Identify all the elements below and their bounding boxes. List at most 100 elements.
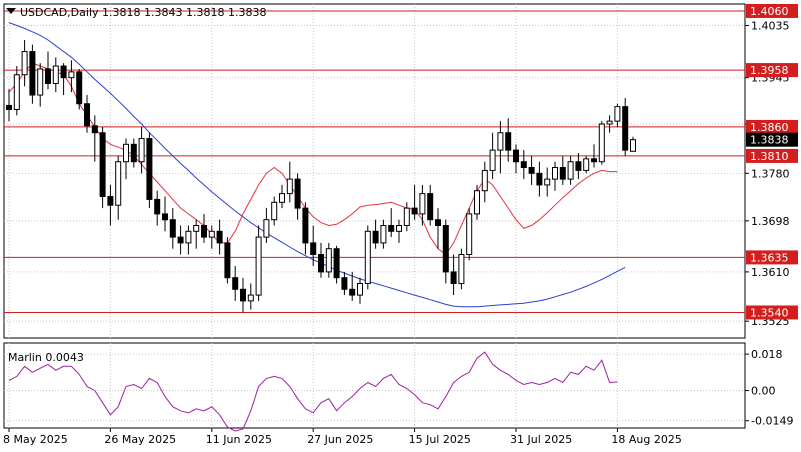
candle-body (567, 161, 574, 180)
time-tick-label: 27 Jun 2025 (307, 433, 373, 446)
candle (76, 68, 83, 110)
candle-body (591, 158, 597, 163)
price-axis: 1.40351.39451.38651.37801.36981.36101.35… (745, 3, 798, 328)
candle-body (21, 51, 28, 76)
candle-body (263, 219, 270, 238)
time-tick-label: 11 Jun 2025 (206, 433, 272, 446)
candle-body (208, 230, 215, 238)
candle-body (302, 207, 309, 244)
candle (583, 155, 590, 174)
candle-body (310, 242, 317, 255)
indicator-header: Marlin 0.0043 (8, 351, 84, 364)
candle-body (622, 106, 629, 151)
candle-body (349, 288, 356, 296)
candle-body (294, 178, 301, 209)
candle-body (559, 167, 566, 180)
candle-body (357, 282, 363, 296)
candle-body (201, 225, 207, 238)
time-tick-label: 26 May 2025 (104, 433, 176, 446)
candle-body (76, 71, 83, 105)
time-tick-label: 8 May 2025 (3, 433, 68, 446)
candle (364, 225, 371, 290)
candle-body (91, 125, 98, 134)
candle (466, 208, 473, 261)
candle-body (583, 158, 590, 171)
price-tick-label: 1.3780 (751, 167, 790, 180)
candle-body (513, 149, 519, 163)
candle-body (240, 288, 246, 302)
candle-body (466, 213, 473, 256)
candle-body (68, 71, 75, 79)
candle-body (255, 236, 262, 296)
candle-body (333, 248, 340, 279)
candle-body (614, 106, 621, 122)
candle-body (536, 172, 543, 186)
candle-body (52, 65, 59, 84)
candle-body (474, 190, 480, 215)
candle-body (388, 225, 395, 232)
candle (99, 126, 106, 209)
indicator-axis: 0.018 0.00 -0.0149 (745, 348, 793, 428)
candle-body (146, 138, 153, 200)
candle-body (442, 225, 449, 273)
candle-body (29, 51, 36, 96)
candle-body (13, 74, 20, 111)
candle-body (528, 167, 535, 174)
candle-body (60, 65, 67, 79)
indicator-tick-label: -0.0149 (751, 415, 793, 428)
price-tick-label: 1.4035 (751, 19, 790, 32)
chart-header: USDCAD,Daily 1.3818 1.3843 1.3818 1.3838 (20, 6, 266, 19)
candle-body (489, 149, 496, 171)
price-panel-frame (3, 3, 746, 339)
candle-body (396, 225, 402, 232)
candle-body (575, 161, 582, 171)
candle-body (505, 132, 512, 151)
candle-body (224, 242, 231, 279)
indicator-tick-label: 0.018 (751, 348, 783, 361)
level-tag-label: 1.3810 (750, 150, 789, 163)
candle (29, 44, 36, 104)
candle-body (606, 120, 613, 125)
candle-body (435, 219, 441, 227)
candle-body (481, 169, 488, 192)
candle-body (37, 68, 44, 96)
candle-body (107, 196, 114, 206)
candle-body (318, 254, 324, 273)
time-axis: 8 May 2025 26 May 2025 11 Jun 2025 27 Jun 2… (3, 428, 682, 446)
candle-body (544, 178, 551, 186)
candle-body (341, 277, 348, 290)
level-tag-label: 1.3635 (750, 251, 789, 264)
candle-body (450, 271, 457, 284)
candle-body (216, 230, 223, 244)
candle-body (247, 294, 254, 302)
candle (598, 121, 605, 165)
candle-body (497, 132, 504, 151)
candle-body (419, 193, 426, 215)
candle-body (279, 193, 285, 203)
candle-body (458, 254, 465, 284)
current-price-label: 1.3838 (750, 134, 789, 147)
candle-body (185, 230, 192, 244)
candle-body (138, 138, 145, 163)
candle-body (380, 225, 387, 244)
candle (458, 248, 465, 290)
candle-body (403, 207, 410, 227)
candle-body (630, 139, 636, 152)
level-tag-label: 1.3958 (750, 64, 789, 77)
candle-body (552, 167, 558, 180)
candle-body (45, 68, 51, 84)
forex-chart: 1.40351.39451.38651.37801.36981.36101.35… (3, 3, 798, 446)
level-tag-label: 1.3860 (750, 121, 789, 134)
level-tag-label: 1.3540 (750, 306, 789, 319)
candle-body (162, 213, 168, 221)
candle-body (271, 201, 278, 221)
price-tick-label: 1.3698 (751, 215, 790, 228)
level-tag-label: 1.4060 (750, 5, 789, 18)
candle-body (193, 225, 200, 232)
candle (255, 225, 262, 301)
candle-body (372, 230, 379, 244)
price-tick-label: 1.3610 (751, 266, 790, 279)
candle (333, 245, 340, 284)
time-tick-label: 15 Jul 2025 (409, 433, 471, 446)
indicator-tick-label: 0.00 (751, 385, 776, 398)
